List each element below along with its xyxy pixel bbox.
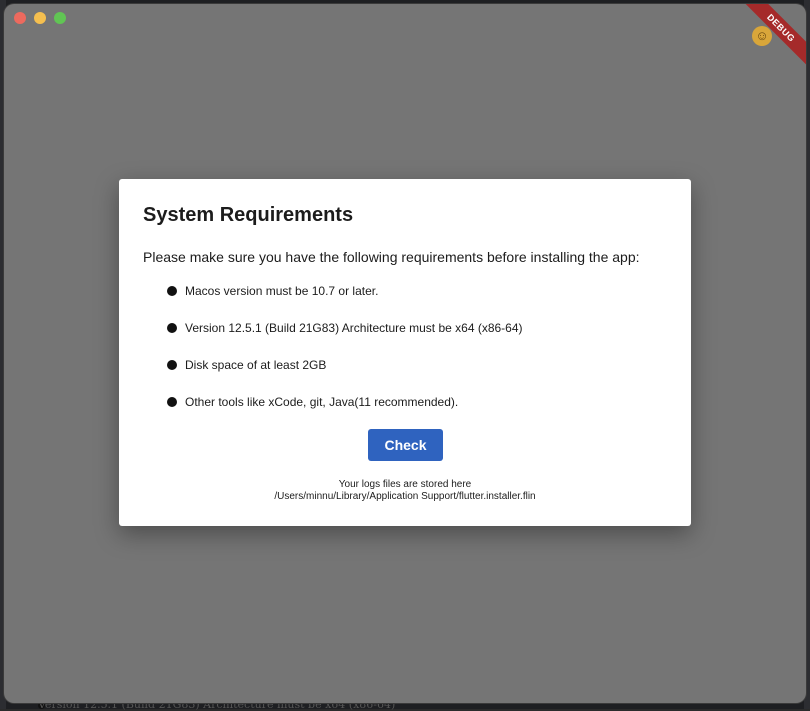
requirements-dialog: System Requirements Please make sure you… bbox=[119, 179, 691, 526]
app-window: ☺ DEBUG System Requirements Please make … bbox=[4, 4, 806, 703]
dialog-intro-text: Please make sure you have the following … bbox=[143, 249, 640, 265]
zoom-window-button[interactable] bbox=[54, 12, 66, 24]
logs-location-label: Your logs files are stored here bbox=[338, 479, 472, 490]
check-button[interactable]: Check bbox=[368, 429, 443, 461]
dialog-title: System Requirements bbox=[143, 204, 354, 226]
requirements-list: Macos version must be 10.7 or later. Ver… bbox=[167, 272, 523, 420]
desktop-background: Version 12.5.1 (Build 21G83) Architectur… bbox=[0, 0, 810, 711]
bullet-icon bbox=[167, 396, 177, 407]
minimize-window-button[interactable] bbox=[34, 12, 46, 24]
bullet-icon bbox=[167, 322, 177, 333]
requirement-text: Other tools like xCode, git, Java(11 rec… bbox=[185, 394, 459, 409]
list-item: Version 12.5.1 (Build 21G83) Architectur… bbox=[167, 309, 523, 346]
list-item: Other tools like xCode, git, Java(11 rec… bbox=[167, 383, 523, 420]
close-window-button[interactable] bbox=[14, 12, 26, 24]
logs-path-text: /Users/minnu/Library/Application Support… bbox=[274, 491, 536, 502]
requirement-text: Version 12.5.1 (Build 21G83) Architectur… bbox=[185, 320, 523, 335]
requirement-text: Disk space of at least 2GB bbox=[185, 357, 327, 372]
list-item: Disk space of at least 2GB bbox=[167, 346, 523, 383]
emoji-face-icon: ☺ bbox=[752, 26, 772, 46]
bullet-icon bbox=[167, 359, 177, 370]
list-item: Macos version must be 10.7 or later. bbox=[167, 272, 523, 309]
bullet-icon bbox=[167, 285, 177, 296]
requirement-text: Macos version must be 10.7 or later. bbox=[185, 283, 379, 298]
